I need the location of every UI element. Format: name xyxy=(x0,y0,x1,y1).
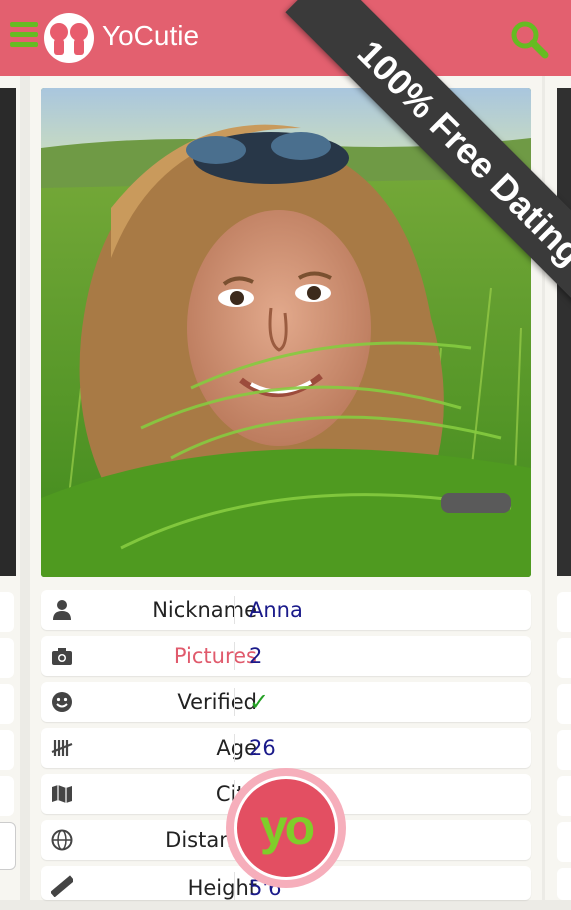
person-icon xyxy=(53,600,71,620)
hamburger-menu-icon[interactable] xyxy=(10,22,38,50)
row-divider xyxy=(234,872,235,900)
age-label: Age xyxy=(216,736,257,760)
row-divider xyxy=(234,734,235,762)
camera-icon xyxy=(52,648,72,665)
previous-profile-photo[interactable] xyxy=(0,88,16,576)
yo-button-label[interactable]: yo xyxy=(234,776,338,880)
search-icon[interactable] xyxy=(508,18,550,60)
profile-photo-illustration xyxy=(41,88,531,577)
row-divider xyxy=(234,596,235,624)
couple-logo-icon xyxy=(44,13,94,63)
verified-row: Verified ✓ xyxy=(41,682,531,722)
verified-checkmark-icon: ✓ xyxy=(249,688,270,716)
next-card-row xyxy=(557,592,571,632)
previous-card-row xyxy=(0,776,14,816)
previous-card-row xyxy=(0,592,14,632)
previous-card-row xyxy=(0,822,16,870)
next-card-row xyxy=(557,868,571,900)
tally-icon xyxy=(51,740,73,756)
yo-button[interactable]: yo xyxy=(226,768,346,888)
ruler-icon xyxy=(51,875,73,897)
previous-card-row xyxy=(0,638,14,678)
pictures-label[interactable]: Pictures xyxy=(81,636,257,676)
next-card-row xyxy=(557,684,571,724)
smiley-icon xyxy=(52,692,72,712)
previous-card-row xyxy=(0,730,14,770)
next-profile-photo[interactable] xyxy=(557,88,571,576)
top-app-bar: YoCutie xyxy=(0,0,571,76)
age-row: Age 26 xyxy=(41,728,531,768)
age-value: 26 xyxy=(249,736,276,760)
profile-photo[interactable] xyxy=(41,88,531,577)
pictures-row[interactable]: Pictures 2 xyxy=(41,636,531,676)
next-card-row xyxy=(557,776,571,816)
row-divider xyxy=(234,642,235,670)
app-title: YoCutie xyxy=(102,20,200,51)
previous-card-row xyxy=(0,684,14,724)
row-divider xyxy=(234,688,235,716)
globe-icon xyxy=(51,829,73,851)
pictures-value[interactable]: 2 xyxy=(249,636,262,676)
next-card-row xyxy=(557,822,571,862)
nickname-value: Anna xyxy=(249,598,303,622)
verified-label: Verified xyxy=(177,690,257,714)
height-label: Height xyxy=(187,876,257,900)
map-icon xyxy=(52,785,72,803)
nickname-row: Nickname Anna xyxy=(41,590,531,630)
next-card-row xyxy=(557,730,571,770)
nickname-label: Nickname xyxy=(152,598,257,622)
next-card-row xyxy=(557,638,571,678)
